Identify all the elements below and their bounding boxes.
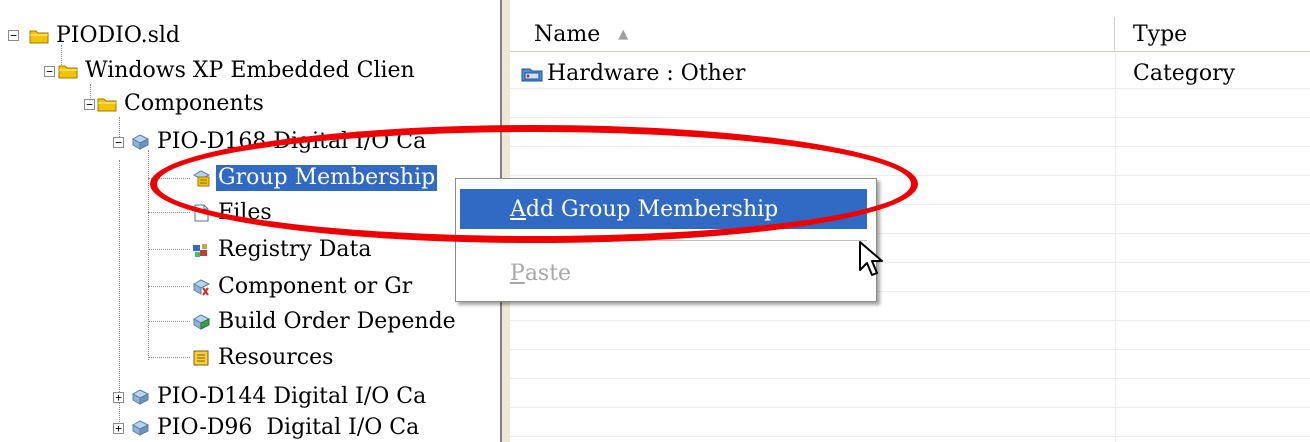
collapse-toggle[interactable]: − <box>8 30 19 41</box>
tree-node-files[interactable]: Files <box>191 198 274 228</box>
folder-icon <box>29 30 49 44</box>
grid-row-line <box>510 407 1310 408</box>
build-order-icon <box>192 314 211 330</box>
tree-node-group-membership[interactable]: Group Membership <box>191 163 438 193</box>
grid-row-line <box>510 436 1310 437</box>
collapse-toggle[interactable]: − <box>84 99 95 110</box>
component-icon <box>131 420 150 436</box>
tree-node-label: Components <box>124 91 264 116</box>
table-row[interactable]: Hardware : Other Category <box>510 59 1310 88</box>
tree-connector <box>148 178 190 179</box>
tree-connector <box>119 117 120 137</box>
tree-connector <box>148 321 190 322</box>
folder-icon <box>58 65 78 79</box>
tree-node-component-or-group[interactable]: Component or Gr <box>191 272 414 302</box>
component-icon <box>131 134 150 150</box>
column-header-label: Type <box>1133 21 1188 47</box>
expand-toggle[interactable]: + <box>113 423 124 434</box>
tree-node-label: Group Membership <box>216 165 438 191</box>
menu-item-mnemonic: P <box>510 260 525 286</box>
resources-icon <box>193 350 209 366</box>
grid-row-line <box>510 175 1310 176</box>
category-icon <box>521 68 543 81</box>
context-menu: Add Group Membership Paste <box>455 178 877 302</box>
tree-pane[interactable]: − − − − + + PIODIO.sld Windows XP Embedd… <box>0 0 500 442</box>
registry-icon <box>193 244 207 257</box>
tree-node-label: Resources <box>218 345 334 370</box>
tree-node-label: Build Order Depende <box>218 309 456 334</box>
folder-icon <box>97 98 117 112</box>
tree-node-label: PIO-D168 Digital I/O Ca <box>157 129 427 154</box>
tree-connector <box>148 357 190 358</box>
tree-node-build-order[interactable]: Build Order Depende <box>191 307 458 337</box>
collapse-toggle[interactable]: − <box>44 66 55 77</box>
component-icon <box>131 389 150 405</box>
menu-separator <box>460 240 867 241</box>
tree-node-label: PIODIO.sld <box>56 23 181 48</box>
grid-column-divider <box>1115 52 1116 442</box>
column-header-name[interactable]: Name ▲ <box>510 17 1115 51</box>
mouse-pointer-icon <box>859 241 883 276</box>
tree-node-registry-data[interactable]: Registry Data <box>191 235 373 265</box>
tree-connector <box>119 160 120 430</box>
grid-row-line <box>510 117 1310 118</box>
list-header: Name ▲ Type <box>510 17 1310 52</box>
tree-node-components[interactable]: Components <box>97 89 266 119</box>
tree-node-pio-d144[interactable]: PIO-D144 Digital I/O Ca <box>130 382 428 412</box>
tree-node-pio-d96[interactable]: PIO-D96 Digital I/O Ca <box>130 413 421 442</box>
grid-row-line <box>510 88 1310 89</box>
grid-row-line <box>510 349 1310 350</box>
file-icon <box>194 204 209 222</box>
tree-connector <box>148 212 190 213</box>
tree-node-label: Registry Data <box>218 237 372 262</box>
cell-name-text: Hardware : Other <box>547 61 746 86</box>
tree-connector <box>148 249 190 250</box>
tree-connector <box>148 150 149 360</box>
column-header-label: Name <box>534 21 601 47</box>
tree-node-label: PIO-D96 Digital I/O Ca <box>157 415 420 440</box>
grid-row-line <box>510 320 1310 321</box>
tree-node-resources[interactable]: Resources <box>191 343 335 373</box>
tree-node-root[interactable]: PIODIO.sld <box>29 21 182 51</box>
tree-node-label: Component or Gr <box>218 274 413 299</box>
sort-ascending-icon: ▲ <box>618 26 629 42</box>
menu-item-mnemonic: A <box>510 196 526 222</box>
cell-name: Hardware : Other <box>510 61 1115 86</box>
tree-node-client[interactable]: Windows XP Embedded Clien <box>58 56 417 86</box>
menu-item-add-group-membership[interactable]: Add Group Membership <box>460 189 867 229</box>
tree-connector <box>148 286 190 287</box>
menu-item-label: dd Group Membership <box>525 196 779 222</box>
dependency-icon <box>192 279 211 296</box>
tree-node-label: Windows XP Embedded Clien <box>85 58 415 83</box>
menu-item-label: aste <box>524 260 572 286</box>
grid-row-line <box>510 146 1310 147</box>
group-membership-icon <box>192 170 211 187</box>
column-header-type[interactable]: Type <box>1115 17 1310 51</box>
tree-node-label: PIO-D144 Digital I/O Ca <box>157 384 427 409</box>
menu-item-paste[interactable]: Paste <box>460 253 867 293</box>
tree-node-label: Files <box>218 200 272 225</box>
tree-node-pio-d168[interactable]: PIO-D168 Digital I/O Ca <box>130 127 428 157</box>
cell-type: Category <box>1133 61 1236 86</box>
expand-toggle[interactable]: + <box>113 392 124 403</box>
grid-row-line <box>510 378 1310 379</box>
collapse-toggle[interactable]: − <box>113 137 124 148</box>
